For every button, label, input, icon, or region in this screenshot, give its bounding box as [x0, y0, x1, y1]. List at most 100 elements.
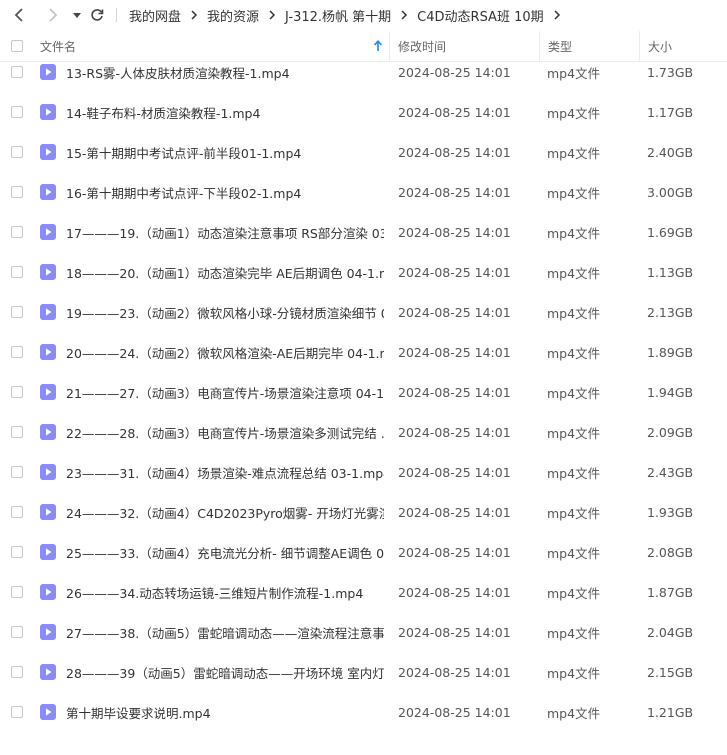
file-modified-time: 2024-08-25 14:01 [398, 424, 511, 440]
video-file-icon [40, 184, 56, 200]
file-size: 1.69GB [647, 224, 694, 240]
file-name-cell[interactable]: 18———20.（动画1）动态渲染完毕 AE后期调色 04-1.m... [40, 257, 389, 287]
file-size: 3.00GB [647, 184, 694, 200]
file-row[interactable]: 27———38.（动画5）雷蛇暗调动态——渲染流程注意事... 2024-08-… [0, 612, 727, 652]
file-size: 2.40GB [647, 144, 694, 160]
select-all-checkbox[interactable] [11, 40, 23, 52]
file-name: 20———24.（动画2）微软风格渲染-AE后期完毕 04-1.m... [66, 345, 384, 361]
file-row[interactable]: 17———19.（动画1）动态渲染注意事项 RS部分渲染 03-... 2024… [0, 212, 727, 252]
file-row[interactable]: 14-鞋子布料-材质渲染教程-1.mp4 2024-08-25 14:01 mp… [0, 92, 727, 132]
file-name-cell[interactable]: 22———28.（动画3）电商宣传片-场景渲染多测试完结 ... [40, 417, 389, 447]
row-checkbox[interactable] [11, 146, 23, 158]
row-checkbox[interactable] [11, 226, 23, 238]
forward-icon[interactable] [40, 0, 66, 30]
file-type: mp4文件 [547, 585, 601, 601]
file-name-cell[interactable]: 27———38.（动画5）雷蛇暗调动态——渲染流程注意事... [40, 617, 389, 647]
row-checkbox[interactable] [11, 186, 23, 198]
chevron-right-icon [400, 10, 408, 20]
file-size: 2.13GB [647, 304, 694, 320]
file-size: 1.13GB [647, 264, 694, 280]
file-modified-time: 2024-08-25 14:01 [398, 384, 511, 400]
row-checkbox[interactable] [11, 346, 23, 358]
row-checkbox[interactable] [11, 466, 23, 478]
file-name-cell[interactable]: 28———39（动画5）雷蛇暗调动态——开场环境 室内灯... [40, 657, 389, 687]
file-row[interactable]: 25———33.（动画4）充电流光分析- 细节调整AE调色 05... 2024… [0, 532, 727, 572]
back-icon[interactable] [6, 0, 32, 30]
file-name-cell[interactable]: 25———33.（动画4）充电流光分析- 细节调整AE调色 05... [40, 537, 389, 567]
video-file-icon [40, 144, 56, 160]
file-name-cell[interactable]: 23———31.（动画4）场景渲染-难点流程总结 03-1.mp4 [40, 457, 389, 487]
row-checkbox[interactable] [11, 66, 23, 78]
file-name-cell[interactable]: 16-第十期期中考试点评-下半段02-1.mp4 [40, 177, 389, 207]
file-row[interactable]: 18———20.（动画1）动态渲染完毕 AE后期调色 04-1.m... 202… [0, 252, 727, 292]
video-file-icon [40, 64, 56, 80]
breadcrumb-item-course-folder[interactable]: J-312.杨帆 第十期 [283, 6, 393, 25]
file-row[interactable]: 13-RS雾-人体皮肤材质渲染教程-1.mp4 2024-08-25 14:01… [0, 52, 727, 92]
file-type: mp4文件 [547, 105, 601, 121]
file-row[interactable]: 20———24.（动画2）微软风格渲染-AE后期完毕 04-1.m... 202… [0, 332, 727, 372]
file-name-cell[interactable]: 20———24.（动画2）微软风格渲染-AE后期完毕 04-1.m... [40, 337, 389, 367]
video-file-icon [40, 424, 56, 440]
file-size: 1.94GB [647, 384, 694, 400]
row-checkbox[interactable] [11, 306, 23, 318]
file-row[interactable]: 26———34.动态转场运镜-三维短片制作流程-1.mp4 2024-08-25… [0, 572, 727, 612]
file-name-cell[interactable]: 17———19.（动画1）动态渲染注意事项 RS部分渲染 03-... [40, 217, 389, 247]
row-checkbox[interactable] [11, 426, 23, 438]
file-size: 2.43GB [647, 464, 694, 480]
file-size: 1.21GB [647, 704, 694, 720]
file-name-cell[interactable]: 24———32.（动画4）C4D2023Pyro烟雾- 开场灯光雾渲... [40, 497, 389, 527]
row-checkbox[interactable] [11, 266, 23, 278]
file-type: mp4文件 [547, 705, 601, 721]
file-row[interactable]: 16-第十期期中考试点评-下半段02-1.mp4 2024-08-25 14:0… [0, 172, 727, 212]
file-name-cell[interactable]: 19———23.（动画2）微软风格小球-分镜材质渲染细节 0... [40, 297, 389, 327]
file-type: mp4文件 [547, 265, 601, 281]
file-name-cell[interactable]: 21———27.（动画3）电商宣传片-场景渲染注意项 04-1.... [40, 377, 389, 407]
row-checkbox[interactable] [11, 626, 23, 638]
row-checkbox[interactable] [11, 706, 23, 718]
file-modified-time: 2024-08-25 14:01 [398, 144, 511, 160]
file-row[interactable]: 23———31.（动画4）场景渲染-难点流程总结 03-1.mp4 2024-0… [0, 452, 727, 492]
file-modified-time: 2024-08-25 14:01 [398, 704, 511, 720]
file-type: mp4文件 [547, 145, 601, 161]
file-name-cell[interactable]: 26———34.动态转场运镜-三维短片制作流程-1.mp4 [40, 577, 389, 607]
file-type: mp4文件 [547, 185, 601, 201]
row-checkbox-cell [0, 257, 40, 287]
file-row[interactable]: 19———23.（动画2）微软风格小球-分镜材质渲染细节 0... 2024-0… [0, 292, 727, 332]
file-modified-time: 2024-08-25 14:01 [398, 464, 511, 480]
row-checkbox[interactable] [11, 546, 23, 558]
file-list: 13-RS雾-人体皮肤材质渲染教程-1.mp4 2024-08-25 14:01… [0, 52, 727, 732]
file-type: mp4文件 [547, 545, 601, 561]
file-type: mp4文件 [547, 425, 601, 441]
breadcrumb-divider [116, 8, 117, 22]
row-checkbox[interactable] [11, 506, 23, 518]
file-name: 19———23.（动画2）微软风格小球-分镜材质渲染细节 0... [66, 305, 384, 321]
file-type: mp4文件 [547, 505, 601, 521]
file-row[interactable]: 28———39（动画5）雷蛇暗调动态——开场环境 室内灯... 2024-08-… [0, 652, 727, 692]
file-row[interactable]: 22———28.（动画3）电商宣传片-场景渲染多测试完结 ... 2024-08… [0, 412, 727, 452]
row-checkbox[interactable] [11, 386, 23, 398]
file-name-cell[interactable]: 第十期毕设要求说明.mp4 [40, 697, 389, 727]
row-checkbox[interactable] [11, 666, 23, 678]
video-file-icon [40, 544, 56, 560]
breadcrumb-item-my-drive[interactable]: 我的网盘 [127, 6, 183, 25]
file-name: 21———27.（动画3）电商宣传片-场景渲染注意项 04-1.... [66, 385, 384, 401]
file-name-cell[interactable]: 14-鞋子布料-材质渲染教程-1.mp4 [40, 97, 389, 127]
file-name-cell[interactable]: 13-RS雾-人体皮肤材质渲染教程-1.mp4 [40, 57, 389, 87]
file-size: 1.93GB [647, 504, 694, 520]
row-checkbox[interactable] [11, 586, 23, 598]
file-name: 第十期毕设要求说明.mp4 [66, 705, 211, 721]
file-row[interactable]: 21———27.（动画3）电商宣传片-场景渲染注意项 04-1.... 2024… [0, 372, 727, 412]
file-name-cell[interactable]: 15-第十期期中考试点评-前半段01-1.mp4 [40, 137, 389, 167]
breadcrumb-item-my-resources[interactable]: 我的资源 [205, 6, 261, 25]
refresh-icon[interactable] [86, 0, 108, 30]
file-row[interactable]: 第十期毕设要求说明.mp4 2024-08-25 14:01 mp4文件 1.2… [0, 692, 727, 732]
file-row[interactable]: 15-第十期期中考试点评-前半段01-1.mp4 2024-08-25 14:0… [0, 132, 727, 172]
row-checkbox-cell [0, 697, 40, 727]
file-type: mp4文件 [547, 225, 601, 241]
history-dropdown-icon[interactable] [68, 0, 86, 30]
row-checkbox[interactable] [11, 106, 23, 118]
file-size: 2.09GB [647, 424, 694, 440]
row-checkbox-cell [0, 577, 40, 607]
breadcrumb-item-current-folder[interactable]: C4D动态RSA班 10期 [415, 6, 545, 25]
file-row[interactable]: 24———32.（动画4）C4D2023Pyro烟雾- 开场灯光雾渲... 20… [0, 492, 727, 532]
